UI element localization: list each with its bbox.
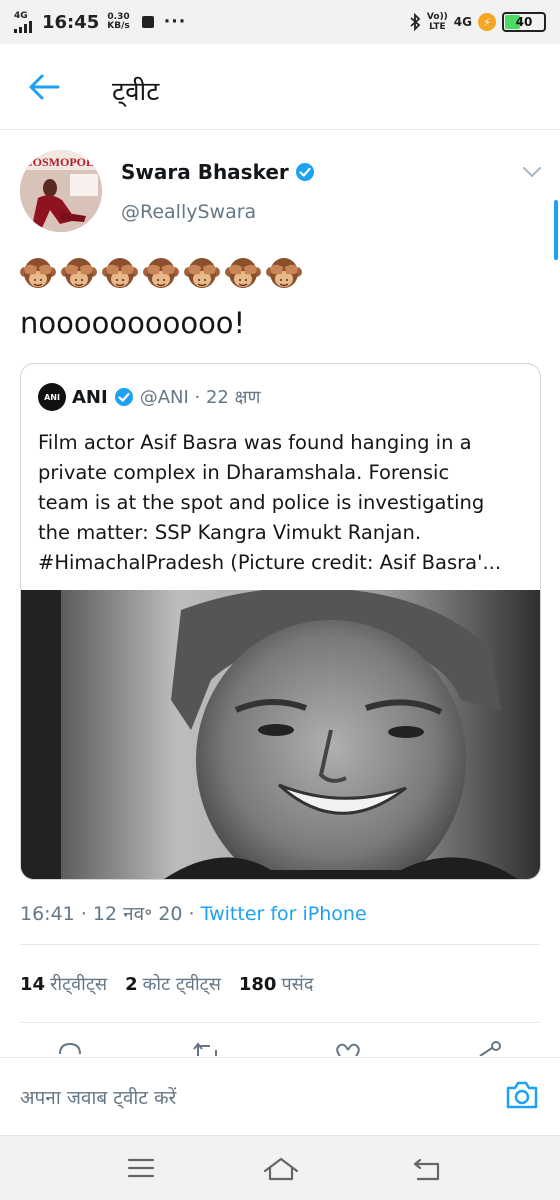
- share-icon[interactable]: [474, 1040, 502, 1056]
- see-no-evil-monkey-emoji: [61, 258, 97, 288]
- quoted-tweet-header: ANI ANI @ANI · 22 क्षण: [38, 383, 261, 411]
- action-bar: [0, 1038, 560, 1056]
- back-arrow-icon[interactable]: [28, 73, 60, 101]
- quotes-label: कोट ट्वीट्स: [142, 974, 221, 995]
- clock: 16:45: [42, 11, 100, 33]
- likes-stat[interactable]: 180 पसंद: [239, 972, 314, 996]
- like-icon[interactable]: [334, 1040, 362, 1056]
- battery-icon: 40: [502, 12, 546, 32]
- volte-indicator: Vo)) LTE: [427, 12, 448, 32]
- status-bar: 4G 16:45 0.30 KB/s ··· Vo)) LTE 4G ⚡ 40: [0, 0, 560, 44]
- retweets-label: रीट्वीट्स: [50, 974, 108, 995]
- retweets-stat[interactable]: 14 रीट्वीट्स: [20, 972, 107, 996]
- svg-text:COSMOPOLI: COSMOPOLI: [24, 155, 99, 169]
- quoted-line: team is at the spot and police is invest…: [38, 491, 485, 514]
- reply-composer[interactable]: अपना जवाब ट्वीट करें: [0, 1057, 560, 1135]
- see-no-evil-monkey-emoji: [266, 258, 302, 288]
- signal-bars-icon: [14, 20, 32, 33]
- tweet-timestamp: 16:41 · 12 नव॰ 20 ·: [20, 903, 201, 925]
- network-type-right: 4G: [453, 15, 472, 29]
- avatar[interactable]: COSMOPOLI: [20, 150, 102, 232]
- author-handle[interactable]: @ReallySwara: [121, 201, 256, 223]
- app-header: ट्वीट: [0, 44, 560, 130]
- system-nav-bar: [0, 1135, 560, 1200]
- signal-indicator: 4G: [14, 10, 32, 33]
- quoted-author-name: ANI: [72, 386, 108, 408]
- divider: [20, 1022, 540, 1023]
- see-no-evil-monkey-emoji: [102, 258, 138, 288]
- tweet-meta: 16:41 · 12 नव॰ 20 · Twitter for iPhone: [20, 900, 367, 926]
- quoted-line: the matter: SSP Kangra Vimukt Ranjan.: [38, 521, 422, 544]
- likes-label: पसंद: [281, 974, 314, 995]
- quoted-line: Film actor Asif Basra was found hanging …: [38, 431, 472, 454]
- verified-badge-icon: [114, 388, 133, 406]
- home-icon[interactable]: [262, 1156, 300, 1182]
- network-type: 4G: [14, 10, 28, 21]
- verified-badge-icon: [295, 163, 314, 181]
- quoted-tweet-card[interactable]: ANI ANI @ANI · 22 क्षण Film actor Asif B…: [20, 363, 541, 880]
- quoted-tweet-text: Film actor Asif Basra was found hanging …: [38, 428, 528, 578]
- see-no-evil-monkey-emoji: [143, 258, 179, 288]
- speed-unit: KB/s: [107, 21, 130, 31]
- see-no-evil-monkey-emoji: [20, 258, 56, 288]
- emoji-row: [20, 254, 302, 290]
- scrollbar[interactable]: [554, 200, 558, 260]
- quoted-line: private complex in Dharamshala. Forensic: [38, 461, 450, 484]
- back-icon[interactable]: [412, 1156, 442, 1182]
- tweet-source-link[interactable]: Twitter for iPhone: [201, 903, 367, 925]
- reply-input[interactable]: अपना जवाब ट्वीट करें: [20, 1084, 176, 1110]
- see-no-evil-monkey-emoji: [225, 258, 261, 288]
- author-name-row[interactable]: Swara Bhasker: [121, 160, 315, 184]
- tweet-stats: 14 रीट्वीट्स 2 कोट ट्वीट्स 180 पसंद: [20, 972, 313, 996]
- notification-icon: [141, 16, 154, 28]
- bluetooth-icon: [410, 13, 421, 31]
- retweets-count: 14: [20, 974, 46, 995]
- menu-icon[interactable]: [127, 1156, 155, 1180]
- charging-icon: ⚡: [478, 13, 496, 31]
- lte-label: LTE: [429, 22, 446, 32]
- author-name[interactable]: Swara Bhasker: [121, 160, 289, 184]
- quoted-tweet-photo[interactable]: [21, 590, 541, 880]
- tweet-text: nooooooooooo!: [20, 306, 246, 340]
- network-speed: 0.30 KB/s: [107, 13, 129, 31]
- likes-count: 180: [238, 974, 277, 995]
- quoted-line: #HimachalPradesh (Picture credit: Asif B…: [38, 551, 502, 574]
- page-title: ट्वीट: [112, 77, 160, 107]
- chevron-down-icon[interactable]: [522, 165, 542, 179]
- battery-level: 40: [515, 15, 533, 29]
- camera-icon[interactable]: [505, 1080, 539, 1110]
- quotes-count: 2: [125, 974, 138, 995]
- avatar-image: COSMOPOLI: [20, 150, 102, 232]
- retweet-icon[interactable]: [192, 1040, 222, 1056]
- quoted-handle-time: @ANI · 22 क्षण: [139, 387, 261, 408]
- ani-logo: ANI: [38, 383, 66, 411]
- more-notifications: ···: [163, 12, 187, 32]
- reply-icon[interactable]: [56, 1040, 84, 1056]
- quotes-stat[interactable]: 2 कोट ट्वीट्स: [125, 972, 221, 996]
- see-no-evil-monkey-emoji: [184, 258, 220, 288]
- volte-label: Vo)): [426, 12, 448, 22]
- divider: [20, 944, 540, 945]
